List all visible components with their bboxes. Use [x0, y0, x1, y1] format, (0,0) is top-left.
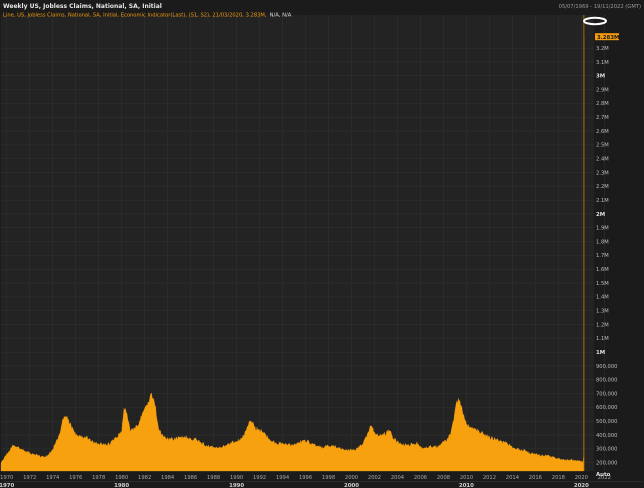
y-tick-label: 2.7M — [596, 115, 609, 121]
x-tick-label: 2012 — [483, 475, 496, 481]
y-tick-label: 2.1M — [596, 198, 609, 204]
plot-area[interactable] — [1, 15, 594, 471]
x-tick-label: 2016 — [529, 475, 542, 481]
y-tick-label: 2.8M — [596, 101, 609, 107]
y-tick-label: 1.3M — [596, 309, 609, 315]
y-tick-label: 500,000 — [596, 419, 617, 425]
x-tick-label: 1988 — [207, 475, 220, 481]
legend-tail-text: N/A, N/A — [270, 13, 292, 19]
x-tick-label: 1974 — [46, 475, 60, 481]
y-tick-label: 1.5M — [596, 281, 609, 287]
x-major-tick-label: 2010 — [459, 483, 474, 488]
y-tick-label: 1.8M — [596, 239, 609, 245]
x-tick-label: 2004 — [391, 475, 405, 481]
y-tick-label: 2.2M — [596, 184, 609, 190]
x-major-tick-label: 2000 — [344, 483, 359, 488]
y-tick-label: 1M — [596, 350, 605, 356]
x-major-tick-label: 2020 — [574, 483, 589, 488]
y-tick-label: 3M — [596, 74, 605, 80]
x-tick-label: 2010 — [460, 475, 473, 481]
x-tick-label: 2020 — [575, 475, 588, 481]
last-value-label: 3.283M — [597, 35, 619, 41]
y-tick-label: 1.1M — [596, 336, 609, 342]
chart-title: Weekly US, Jobless Claims, National, SA,… — [3, 3, 162, 10]
x-major-tick-label: 1990 — [229, 483, 244, 488]
x-tick-label: 2002 — [368, 475, 381, 481]
x-tick-label: 1998 — [322, 475, 335, 481]
y-tick-label: 600,000 — [596, 405, 617, 411]
x-tick-label: 2008 — [437, 475, 450, 481]
y-tick-label: 2.6M — [596, 129, 609, 135]
y-tick-label: 200,000 — [596, 461, 617, 467]
x-tick-label: 2014 — [506, 475, 520, 481]
x-tick-label: 1976 — [69, 475, 82, 481]
y-tick-label: 2.4M — [596, 157, 609, 163]
y-tick-label: 800,000 — [596, 378, 617, 384]
x-tick-label: 1990 — [230, 475, 243, 481]
y-tick-label: 2.3M — [596, 170, 609, 176]
y-tick-label: 400,000 — [596, 433, 617, 439]
x-tick-label: 2000 — [345, 475, 358, 481]
y-tick-label: 1.7M — [596, 253, 609, 259]
x-major-tick-label: 1980 — [114, 483, 129, 488]
y-tick-label: 2M — [596, 212, 605, 218]
y-tick-label: 1.6M — [596, 267, 609, 273]
x-tick-label: 1992 — [253, 475, 266, 481]
chart: 200,000 300,000 400,000 500,000 600,000 700,0… — [0, 0, 644, 488]
date-range: 05/07/1969 - 19/11/2022 (GMT) — [559, 4, 641, 10]
y-tick-label: 3.2M — [596, 46, 609, 52]
y-tick-label: 700,000 — [596, 391, 617, 397]
y-tick-label: 300,000 — [596, 447, 617, 453]
x-tick-label: 1982 — [138, 475, 151, 481]
y-tick-label: 1.4M — [596, 295, 609, 301]
x-tick-label: 1970 — [0, 475, 13, 481]
y-tick-label: 900,000 — [596, 364, 617, 370]
x-tick-label: 1984 — [161, 475, 175, 481]
x-tick-label: 1994 — [276, 475, 290, 481]
x-major-tick-label: 1970 — [0, 483, 14, 488]
x-tick-label: 1996 — [299, 475, 312, 481]
x-tick-label: 1980 — [115, 475, 128, 481]
x-tick-label: 1986 — [184, 475, 197, 481]
x-tick-label: 1978 — [92, 475, 105, 481]
y-tick-label: 2.9M — [596, 87, 609, 93]
y-tick-label: 3.1M — [596, 60, 609, 66]
x-tick-label: 1972 — [23, 475, 36, 481]
x-tick-label: 2006 — [414, 475, 427, 481]
legend-series-text: Line, US, Jobless Claims, National, SA, … — [3, 13, 267, 19]
y-axis-unit[interactable]: Auto — [596, 472, 611, 478]
x-tick-label: 2018 — [552, 475, 565, 481]
y-tick-label: 1.2M — [596, 322, 609, 328]
y-tick-label: 2.5M — [596, 143, 609, 149]
y-tick-label: 1.9M — [596, 226, 609, 232]
